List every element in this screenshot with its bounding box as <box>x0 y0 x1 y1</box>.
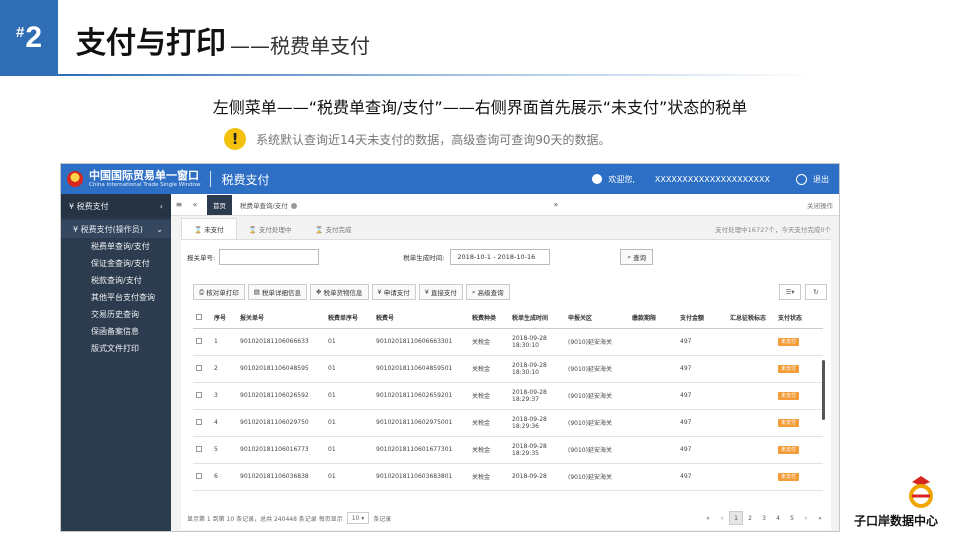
toolbar: ⎙ 核对单打印 ▤ 税单详细信息 ✥ 税单货物信息 ¥ 申请支付 ¥ 直接支付 … <box>193 284 827 300</box>
select-all-checkbox[interactable] <box>196 313 202 320</box>
page-3-button[interactable]: 3 <box>757 511 771 525</box>
chevron-down-icon: ⌄ <box>156 224 163 234</box>
sidebar-item-guarantee[interactable]: 保函备案信息 <box>61 323 171 340</box>
pagination: « ‹ 1 2 3 4 5 › » <box>701 511 827 525</box>
row-checkbox[interactable] <box>196 418 202 425</box>
query-button[interactable]: ⌕ 查询 <box>620 249 654 265</box>
direct-pay-button[interactable]: ¥ 直接支付 <box>418 284 463 300</box>
sidebar-item-print[interactable]: 版式文件打印 <box>61 340 171 357</box>
exit-link[interactable]: 退出 <box>813 174 829 185</box>
table-row[interactable]: 3 901020181106026592 01 901020181106026592​… <box>193 382 823 410</box>
status-badge: 未支付 <box>778 392 800 400</box>
forward-icon[interactable]: » <box>548 200 564 209</box>
status-tabs: ⌛ 未支付 ⌛ 支付处理中 ⌛ 支付完成 支付处理中16727个，今天支付完成0… <box>181 218 831 240</box>
sidebar-section[interactable]: ¥ 税费支付 ‹ <box>61 194 171 218</box>
notice-text: 系统默认查询近14天未支付的数据，高级查询可查询90天的数据。 <box>256 132 611 147</box>
page-5-button[interactable]: 5 <box>785 511 799 525</box>
search-row: 报关单号: 税单生成时间: 2018-10-1 - 2018-10-16 ⌕ 查… <box>187 248 827 266</box>
page-1-button[interactable]: 1 <box>729 511 743 525</box>
prev-page-button[interactable]: ‹ <box>715 511 729 525</box>
single-window-logo-icon <box>67 171 83 187</box>
menu-icon[interactable]: ≡ <box>171 200 187 209</box>
sidebar-item-other-platform[interactable]: 其他平台支付查询 <box>61 289 171 306</box>
sidebar-subsection[interactable]: ¥ 税费支付(操作员) ⌄ <box>61 220 171 238</box>
first-page-button[interactable]: « <box>701 511 715 525</box>
title-divider <box>58 74 818 76</box>
query-panel: 报关单号: 税单生成时间: 2018-10-1 - 2018-10-16 ⌕ 查… <box>181 240 831 530</box>
app-header: 中国国际贸易单一窗口 China International Trade Sin… <box>61 164 839 194</box>
tax-time-label: 税单生成时间: <box>403 254 445 262</box>
chevron-left-icon: ‹ <box>159 201 163 211</box>
sidebar-item-history[interactable]: 交易历史查询 <box>61 306 171 323</box>
user-icon <box>592 174 603 184</box>
watermark-text: 子口岸数据中心 <box>853 514 938 528</box>
row-checkbox[interactable] <box>196 445 202 452</box>
next-page-button[interactable]: › <box>799 511 813 525</box>
row-checkbox[interactable] <box>196 391 202 398</box>
tax-table: 序号 报关单号 税费单序号 税费号 税费种类 税单生成时间 申报关区 缴款期限 支付金额 汇… <box>193 308 823 491</box>
tab-tax-query[interactable]: 税费单查询/支付 <box>232 195 305 215</box>
sidebar: ¥ 税费支付 ‹ ¥ 税费支付(操作员) ⌄ 税费单查询/支付 保证金查询/支付 税… <box>61 194 171 531</box>
slide-subtitle: 税费单支付 <box>270 34 370 58</box>
tab-processing[interactable]: ⌛ 支付处理中 <box>237 219 304 239</box>
advanced-search-button[interactable]: ⌕ 高级查询 <box>465 284 510 300</box>
table-row[interactable]: 5 901020181106016773 01 901020181106016773​… <box>193 436 823 464</box>
slide-title-main: 支付与打印 <box>76 26 226 61</box>
sidebar-item-deposit[interactable]: 保证金查询/支付 <box>61 255 171 272</box>
last-page-button[interactable]: » <box>813 511 827 525</box>
slide-caption: 左侧菜单——“税费单查询/支付”——右侧界面首先展示“未支付”状态的税单 <box>212 98 748 117</box>
tab-strip: ≡ « 首页 税费单查询/支付 » 关闭操作 <box>171 194 839 216</box>
columns-icon[interactable]: ☰▾ <box>779 284 801 300</box>
warning-icon: ! <box>224 128 246 150</box>
status-badge: 未支付 <box>778 365 800 373</box>
slide-number-badge: #2 <box>0 0 58 76</box>
refresh-icon[interactable]: ↻ <box>805 284 827 300</box>
status-badge: 未支付 <box>778 473 800 481</box>
brand: 中国国际贸易单一窗口 China International Trade Sin… <box>89 168 201 188</box>
table-footer: 显示第 1 到第 10 条记录，总共 240448 条记录 每页显示 10 ▾ … <box>187 510 827 526</box>
row-checkbox[interactable] <box>196 337 202 344</box>
tab-completed[interactable]: ⌛ 支付完成 <box>303 219 363 239</box>
slide-title: 支付与打印 —— 税费单支付 <box>76 18 370 62</box>
page-4-button[interactable]: 4 <box>771 511 785 525</box>
tab-home[interactable]: 首页 <box>207 194 232 215</box>
record-summary: 显示第 1 到第 10 条记录，总共 240448 条记录 每页显示 <box>187 515 343 523</box>
declaration-no-label: 报关单号: <box>187 254 216 262</box>
table-row[interactable]: 2 901020181106048595 01 901020181106048595​… <box>193 355 823 383</box>
app-window: 中国国际贸易单一窗口 China International Trade Sin… <box>60 163 840 532</box>
page-size-select[interactable]: 10 ▾ <box>346 512 370 524</box>
apply-pay-button[interactable]: ¥ 申请支付 <box>371 284 416 300</box>
tax-detail-button[interactable]: ▤ 税单详细信息 <box>247 284 307 300</box>
table-header-row: 序号 报关单号 税费单序号 税费号 税费种类 税单生成时间 申报关区 缴款期限 支付金额 汇… <box>193 308 823 329</box>
status-badge: 未支付 <box>778 419 800 427</box>
declaration-no-input[interactable] <box>219 249 320 265</box>
main-content: ≡ « 首页 税费单查询/支付 » 关闭操作 ⌛ 未支付 ⌛ 支付处理中 ⌛ 支… <box>171 194 839 531</box>
date-range-input[interactable]: 2018-10-1 - 2018-10-16 <box>450 249 551 265</box>
module-title: 税费支付 <box>221 172 270 187</box>
back-icon[interactable]: « <box>187 200 203 209</box>
page-2-button[interactable]: 2 <box>743 511 757 525</box>
sidebar-item-tax-payment[interactable]: 税款查询/支付 <box>61 272 171 289</box>
row-checkbox[interactable] <box>196 364 202 371</box>
notice: ! 系统默认查询近14天未支付的数据，高级查询可查询90天的数据。 <box>224 128 611 150</box>
table-row[interactable]: 1 901020181106066633 01 9010201811060666330… <box>193 328 823 356</box>
sidebar-item-tax-query[interactable]: 税费单查询/支付 <box>61 238 171 255</box>
row-checkbox[interactable] <box>196 472 202 479</box>
close-icon <box>290 202 297 209</box>
status-badge: 未支付 <box>778 338 800 346</box>
status-summary: 支付处理中16727个，今天支付完成0个 <box>715 226 831 234</box>
welcome-text: 欢迎您, <box>608 174 635 184</box>
tax-goods-button[interactable]: ✥ 税单货物信息 <box>310 284 369 300</box>
table-row[interactable]: 6 901020181106036838 01 901020181106036838​… <box>193 463 823 491</box>
table-scrollbar[interactable] <box>822 360 825 420</box>
port-data-center-logo-icon <box>909 476 933 508</box>
status-badge: 未支付 <box>778 446 800 454</box>
username: XXXXXXXXXXXXXXXXXXXXX <box>654 174 770 184</box>
print-check-button[interactable]: ⎙ 核对单打印 <box>193 284 245 300</box>
close-ops-menu[interactable]: 关闭操作 <box>807 200 833 210</box>
power-icon[interactable] <box>796 173 807 185</box>
table-row[interactable]: 4 901020181106029750 01 901020181106029750​… <box>193 409 823 437</box>
tab-unpaid[interactable]: ⌛ 未支付 <box>181 218 237 239</box>
